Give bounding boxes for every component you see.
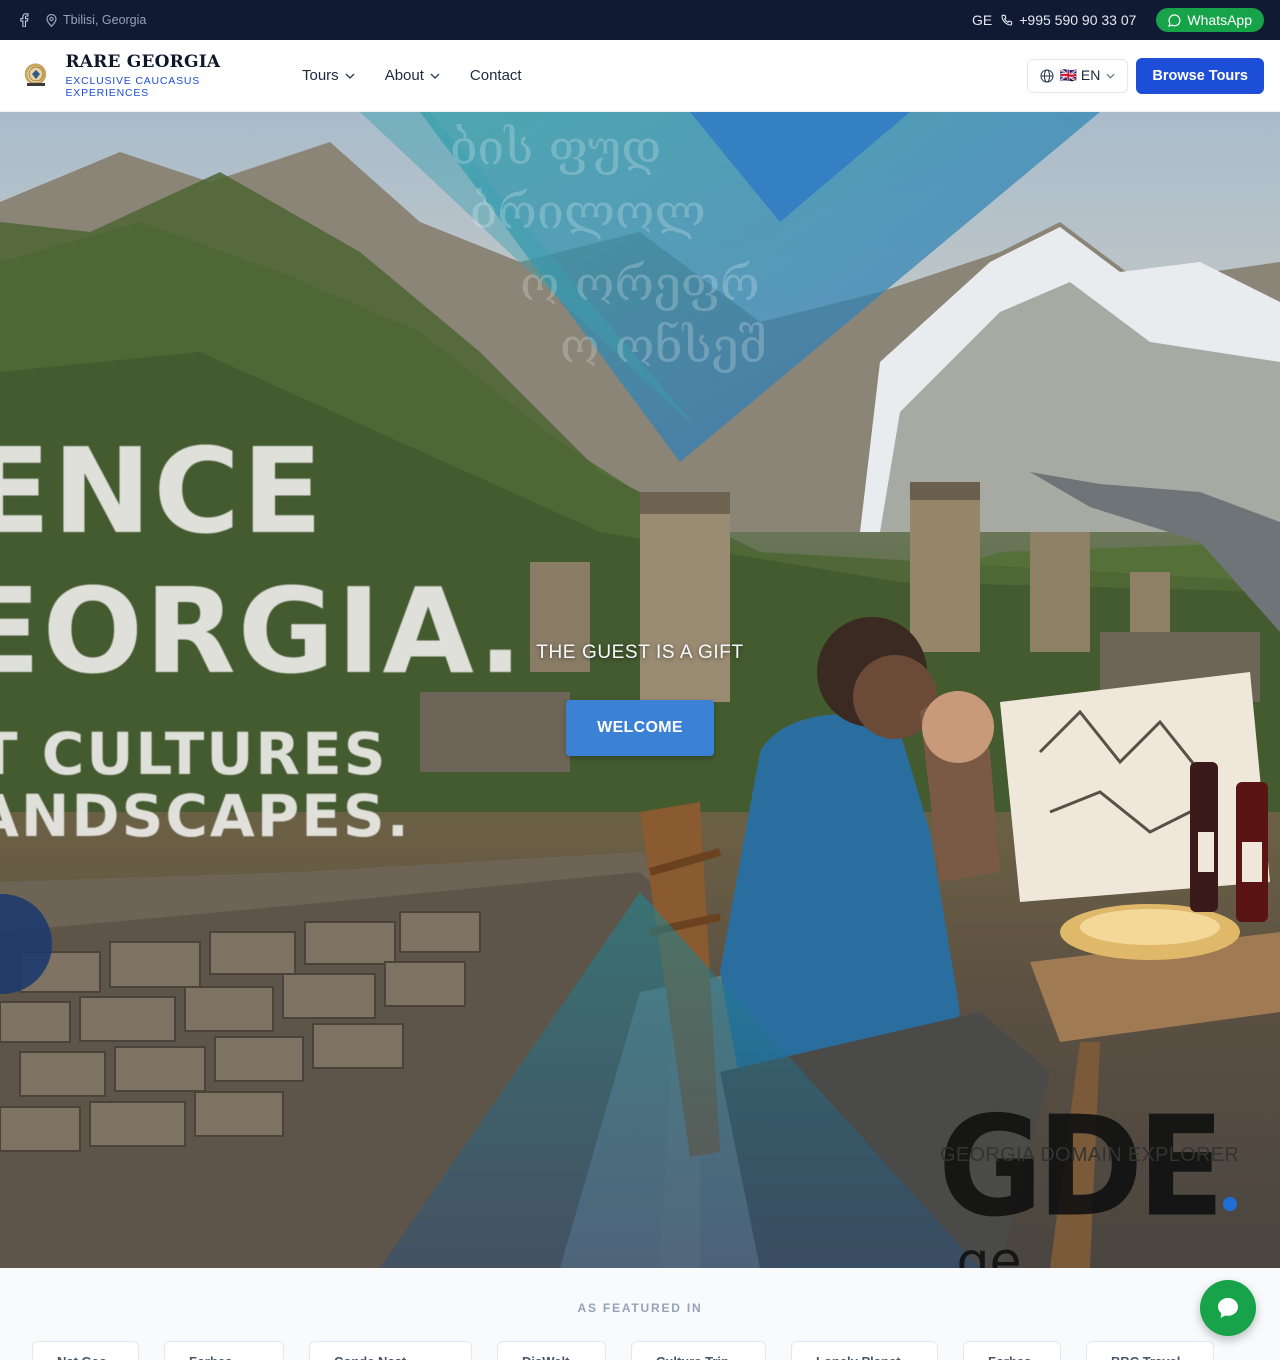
welcome-button[interactable]: WELCOME xyxy=(566,700,714,756)
phone-number: +995 590 90 33 07 xyxy=(1019,12,1137,28)
nav-tours-label: Tours xyxy=(302,67,339,84)
chevron-down-icon xyxy=(345,73,355,79)
chevron-down-icon xyxy=(430,73,440,79)
main-nav: Tours About Contact xyxy=(302,67,522,84)
background-script-line-3: ო ორეფრ xyxy=(520,256,760,312)
top-bar: Tbilisi, Georgia GE +995 590 90 33 07 Wh… xyxy=(0,0,1280,40)
brand-title: RARE GEORGIA xyxy=(65,52,221,72)
watermark-logo: GDE.ge xyxy=(938,1098,1280,1268)
chat-bubble-icon xyxy=(1218,1298,1238,1318)
featured-title: AS FEATURED IN xyxy=(577,1301,703,1315)
whatsapp-icon xyxy=(1168,13,1181,27)
hero-image-text-3: T CULTURES xyxy=(0,720,388,788)
featured-item: Lonely Planet xyxy=(791,1341,938,1360)
globe-icon xyxy=(1040,68,1054,83)
hero-image-text-1: ENCE xyxy=(0,422,325,560)
background-script-line-4: ო ონსეშ xyxy=(560,318,768,374)
nav-about[interactable]: About xyxy=(385,67,440,84)
brand-subtitle: EXCLUSIVE CAUCASUS EXPERIENCES xyxy=(65,75,201,99)
whatsapp-button[interactable]: WhatsApp xyxy=(1156,8,1264,32)
location: Tbilisi, Georgia xyxy=(46,13,146,27)
featured-item: Forbes xyxy=(963,1341,1061,1360)
brand-logo[interactable]: RARE GEORGIA EXCLUSIVE CAUCASUS EXPERIEN… xyxy=(18,52,284,99)
featured-item: Conde Nast xyxy=(309,1341,472,1360)
featured-item: BBC Travel xyxy=(1086,1341,1214,1360)
location-text: Tbilisi, Georgia xyxy=(63,13,147,27)
background-script-line-1: ბის ფუდ xyxy=(450,120,662,176)
hero-tagline: THE GUEST IS A GIFT xyxy=(536,642,744,663)
nav-tours[interactable]: Tours xyxy=(302,67,355,84)
logo-emblem-icon xyxy=(18,57,54,94)
phone-link[interactable]: +995 590 90 33 07 xyxy=(1000,12,1136,28)
hero-section: ბის ფუდ ბრილოლ ო ორეფრ ო ონსეშ ENCE EORG… xyxy=(0,112,1280,1268)
phone-icon xyxy=(1001,14,1013,26)
featured-item: Forbes xyxy=(164,1341,284,1360)
hero-image-text-4: ANDSCAPES. xyxy=(0,782,411,850)
whatsapp-label: WhatsApp xyxy=(1187,12,1252,28)
background-script-line-2: ბრილოლ xyxy=(470,184,706,240)
map-pin-icon xyxy=(46,13,57,27)
watermark-dot-icon xyxy=(1222,1197,1237,1211)
nav-contact-label: Contact xyxy=(469,67,522,84)
nav-about-label: About xyxy=(384,67,424,84)
chevron-down-icon xyxy=(1106,73,1115,79)
main-header: RARE GEORGIA EXCLUSIVE CAUCASUS EXPERIEN… xyxy=(0,40,1280,112)
watermark-subtitle: GEORGIA DOMAIN EXPLORER xyxy=(940,1144,1240,1166)
featured-item: Culture Trip xyxy=(631,1341,766,1360)
language-label: 🇬🇧 EN xyxy=(1059,67,1101,83)
language-selector[interactable]: 🇬🇧 EN xyxy=(1026,58,1129,93)
featured-item: DiaWelt xyxy=(497,1341,606,1360)
featured-item: Nat Geo xyxy=(32,1341,139,1360)
browse-tours-button[interactable]: Browse Tours xyxy=(1136,57,1264,94)
language-code[interactable]: GE xyxy=(972,12,992,28)
nav-contact[interactable]: Contact xyxy=(470,67,522,84)
facebook-icon[interactable] xyxy=(18,13,30,27)
featured-logos: Nat Geo Forbes Conde Nast DiaWelt Cultur… xyxy=(32,1341,1214,1360)
hero-image-text-2: EORGIA. xyxy=(0,562,525,700)
chat-button[interactable] xyxy=(1200,1280,1256,1336)
watermark-logo-text: GDE xyxy=(938,1087,1225,1248)
